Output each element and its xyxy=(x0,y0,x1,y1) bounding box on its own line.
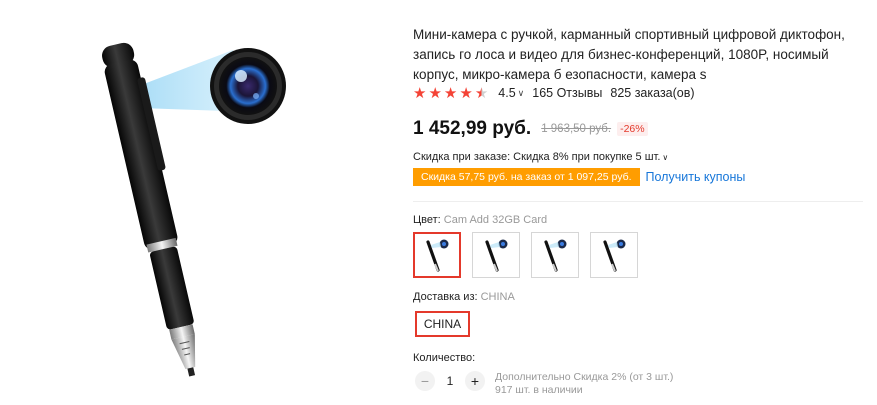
color-swatch[interactable] xyxy=(413,232,461,278)
order-discount-text: Скидка при заказе: Скидка 8% при покупке… xyxy=(413,151,661,163)
coupon-badge: Скидка 57,75 руб. на заказ от 1 097,25 р… xyxy=(413,168,640,186)
half-star-icon: ★ xyxy=(474,84,489,102)
shipping-label: Доставка из: xyxy=(413,291,478,303)
rating-row: ★ ★ ★ ★ ★ 4.5 ∨ 165 Отзывы 825 заказа(ов… xyxy=(413,84,695,102)
divider xyxy=(413,201,863,202)
quantity-value[interactable]: 1 xyxy=(435,371,465,391)
quantity-label: Количество: xyxy=(413,352,476,364)
pen-camera-thumbnail xyxy=(603,239,626,272)
color-value: Cam Add 32GB Card xyxy=(443,214,548,226)
chevron-down-icon[interactable]: ∨ xyxy=(662,153,668,162)
color-label: Цвет: xyxy=(413,214,441,226)
price-row: 1 452,99 руб. 1 963,50 руб. -26% xyxy=(413,118,648,140)
pen-camera-thumbnail xyxy=(485,239,508,272)
product-title: Мини-камера с ручкой, карманный спортивн… xyxy=(413,27,845,82)
shipping-label-row: Доставка из: CHINA xyxy=(413,291,515,303)
current-price: 1 452,99 руб. xyxy=(413,118,532,139)
old-price: 1 963,50 руб. xyxy=(541,123,612,135)
pen-camera-thumbnail xyxy=(544,239,567,272)
stock-text: 917 шт. в наличии xyxy=(495,384,583,396)
color-swatch[interactable] xyxy=(590,232,638,278)
color-label-row: Цвет: Cam Add 32GB Card xyxy=(413,214,547,226)
increase-quantity-button[interactable]: + xyxy=(465,371,485,391)
rating-stars: ★ ★ ★ ★ ★ xyxy=(413,86,490,101)
extra-discount-text: Дополнительно Скидка 2% (от 3 шт.) xyxy=(495,371,674,383)
order-discount[interactable]: Скидка при заказе: Скидка 8% при покупке… xyxy=(413,151,668,163)
decrease-quantity-button[interactable]: − xyxy=(415,371,435,391)
shipping-value: CHINA xyxy=(480,291,515,303)
star-icon: ★ xyxy=(413,84,427,102)
discount-badge: -26% xyxy=(617,122,648,136)
coupon-row: Скидка 57,75 руб. на заказ от 1 097,25 р… xyxy=(413,168,745,186)
color-swatch[interactable] xyxy=(472,232,520,278)
rating-value[interactable]: 4.5 xyxy=(498,86,515,100)
star-icon: ★ xyxy=(443,84,458,102)
star-icon: ★ xyxy=(428,84,442,102)
reviews-link[interactable]: 165 Отзывы xyxy=(532,86,602,100)
color-swatches xyxy=(413,232,649,278)
pen-camera-image xyxy=(102,42,286,377)
get-coupons-link[interactable]: Получить купоны xyxy=(646,170,746,184)
quantity-stepper: − 1 + Дополнительно Скидка 2% (от 3 шт.)… xyxy=(415,371,673,397)
star-icon: ★ xyxy=(459,84,473,102)
chevron-down-icon[interactable]: ∨ xyxy=(518,88,525,99)
orders-count: 825 заказа(ов) xyxy=(610,86,695,100)
product-image-gallery[interactable] xyxy=(0,0,395,405)
color-swatch[interactable] xyxy=(531,232,579,278)
ship-from-option[interactable]: CHINA xyxy=(415,311,470,337)
pen-camera-thumbnail xyxy=(426,239,449,272)
quantity-info: Дополнительно Скидка 2% (от 3 шт.) 917 ш… xyxy=(495,371,673,397)
